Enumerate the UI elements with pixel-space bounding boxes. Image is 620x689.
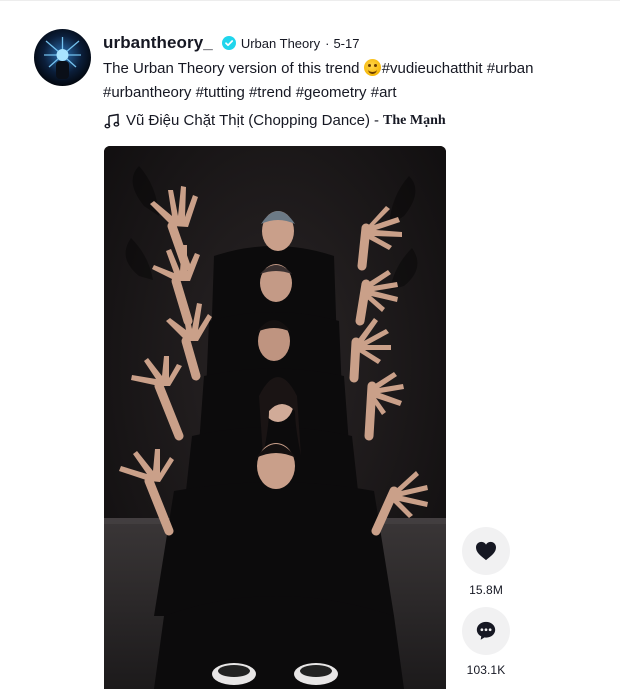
post-caption: The Urban Theory version of this trend #… [103, 57, 603, 105]
music-note-icon [104, 113, 120, 128]
video-frame [104, 146, 446, 689]
hashtag[interactable]: #urban [487, 60, 534, 77]
heart-icon [476, 541, 496, 561]
top-divider [0, 0, 620, 1]
hashtag[interactable]: #urbantheory [103, 84, 191, 101]
hashtag[interactable]: #art [371, 84, 397, 101]
grinning-emoji-icon [363, 59, 381, 76]
music-author: The Mạnh [383, 112, 446, 128]
post-date: 5-17 [333, 35, 360, 51]
comment-action: 103.1K [462, 607, 510, 677]
like-action: 15.8M [462, 527, 510, 597]
hashtag[interactable]: #vudieuchatthit [382, 60, 483, 77]
like-button[interactable] [462, 527, 510, 575]
avatar[interactable] [34, 29, 91, 86]
hashtag[interactable]: #geometry [296, 84, 367, 101]
verified-badge-icon [221, 36, 236, 50]
nickname: Urban Theory [240, 35, 321, 51]
comment-count: 103.1K [466, 663, 506, 677]
separator-dot: · [325, 35, 330, 51]
music-title: Vũ Điệu Chặt Thịt (Chopping Dance) [126, 112, 371, 129]
comment-bubble-icon [476, 621, 496, 640]
hashtag[interactable]: #tutting [196, 84, 245, 101]
comment-button[interactable] [462, 607, 510, 655]
music-link[interactable]: Vũ Điệu Chặt Thịt (Chopping Dance) - The… [104, 112, 446, 129]
music-separator: - [374, 112, 380, 129]
video-player[interactable] [104, 146, 446, 689]
avatar-image [44, 37, 81, 79]
post-header: urbantheory_ Urban Theory · 5-17 [103, 33, 359, 53]
username[interactable]: urbantheory_ [103, 33, 213, 53]
caption-text: The Urban Theory version of this trend [103, 60, 364, 77]
hashtag[interactable]: #trend [249, 84, 292, 101]
like-count: 15.8M [469, 583, 503, 597]
